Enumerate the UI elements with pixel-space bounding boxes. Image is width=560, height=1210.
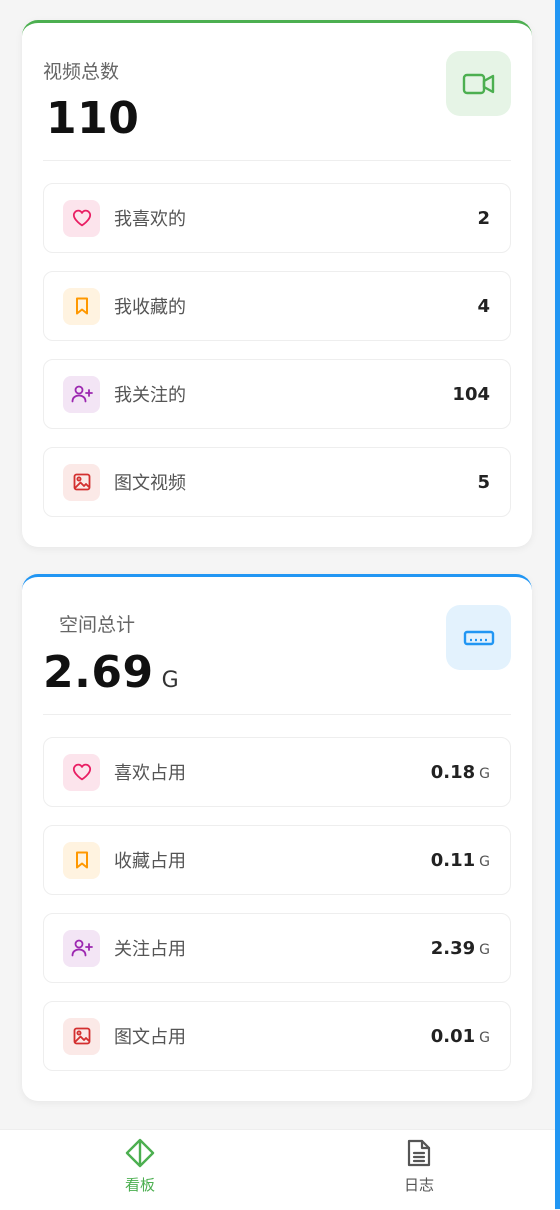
storage-total-unit: G — [161, 668, 180, 693]
list-item-value: 0.18 G — [431, 762, 490, 783]
dashboard-diamond-icon — [125, 1138, 155, 1168]
list-item-label: 我喜欢的 — [114, 209, 186, 230]
image-icon — [63, 1017, 100, 1055]
storage-total-title: 空间总计 — [59, 614, 136, 636]
list-item-image-posts[interactable]: 图文视频 5 — [43, 447, 511, 517]
list-item-favorites-storage[interactable]: 收藏占用 0.11 G — [43, 825, 511, 895]
value-number: 0.01 — [430, 1025, 476, 1047]
right-edge-strip — [555, 0, 560, 1209]
list-item-value: 104 — [452, 383, 490, 405]
value-number: 0.18 — [430, 761, 476, 783]
nav-tab-dashboard[interactable]: 看板 — [90, 1138, 190, 1202]
nav-label-dashboard: 看板 — [124, 1176, 155, 1194]
value-unit: G — [479, 941, 490, 958]
list-item-label: 收藏占用 — [114, 851, 186, 872]
hard-drive-icon — [446, 605, 511, 670]
user-plus-icon — [63, 929, 100, 967]
bookmark-icon — [63, 287, 100, 325]
list-item-label: 关注占用 — [114, 939, 186, 960]
nav-label-logs: 日志 — [403, 1176, 434, 1194]
list-item-label: 图文占用 — [114, 1027, 186, 1048]
video-total-value: 110 — [46, 93, 140, 144]
list-item-following-storage[interactable]: 关注占用 2.39 G — [43, 913, 511, 983]
list-item-value: 5 — [477, 471, 490, 493]
video-stats-card: 视频总数 110 我喜欢的 2 我收藏的 4 我关注的 104 图文视频 5 — [22, 20, 532, 547]
list-item-label: 我关注的 — [114, 385, 186, 406]
heart-icon — [63, 199, 100, 237]
video-camera-icon — [446, 51, 511, 116]
heart-icon — [63, 753, 100, 791]
list-item-label: 喜欢占用 — [114, 763, 186, 784]
nav-tab-logs[interactable]: 日志 — [369, 1138, 469, 1202]
value-unit: G — [479, 853, 490, 870]
list-item-value: 2.39 G — [431, 938, 490, 959]
divider — [43, 714, 511, 715]
list-item-label: 图文视频 — [114, 473, 186, 494]
list-item-label: 我收藏的 — [114, 297, 186, 318]
list-item-value: 0.11 G — [431, 850, 490, 871]
storage-stats-card: 空间总计 2.69 G 喜欢占用 0.18 G 收藏占用 0.11 G 关注占用… — [22, 574, 532, 1101]
bottom-nav: 看板 日志 — [0, 1129, 555, 1210]
user-plus-icon — [63, 375, 100, 413]
list-item-image-storage[interactable]: 图文占用 0.01 G — [43, 1001, 511, 1071]
list-item-likes[interactable]: 我喜欢的 2 — [43, 183, 511, 253]
value-unit: G — [479, 765, 490, 782]
storage-total-value: 2.69 G — [43, 647, 179, 698]
list-item-value: 0.01 G — [431, 1026, 490, 1047]
image-icon — [63, 463, 100, 501]
value-unit: G — [479, 1029, 490, 1046]
value-number: 0.11 — [430, 849, 476, 871]
document-icon — [407, 1139, 431, 1167]
list-item-favorites[interactable]: 我收藏的 4 — [43, 271, 511, 341]
divider — [43, 160, 511, 161]
value-number: 2.39 — [430, 937, 476, 959]
list-item-following[interactable]: 我关注的 104 — [43, 359, 511, 429]
list-item-value: 2 — [477, 207, 490, 229]
bookmark-icon — [63, 841, 100, 879]
list-item-likes-storage[interactable]: 喜欢占用 0.18 G — [43, 737, 511, 807]
storage-total-number: 2.69 — [43, 647, 154, 698]
list-item-value: 4 — [477, 295, 490, 317]
video-total-title: 视频总数 — [43, 61, 120, 83]
